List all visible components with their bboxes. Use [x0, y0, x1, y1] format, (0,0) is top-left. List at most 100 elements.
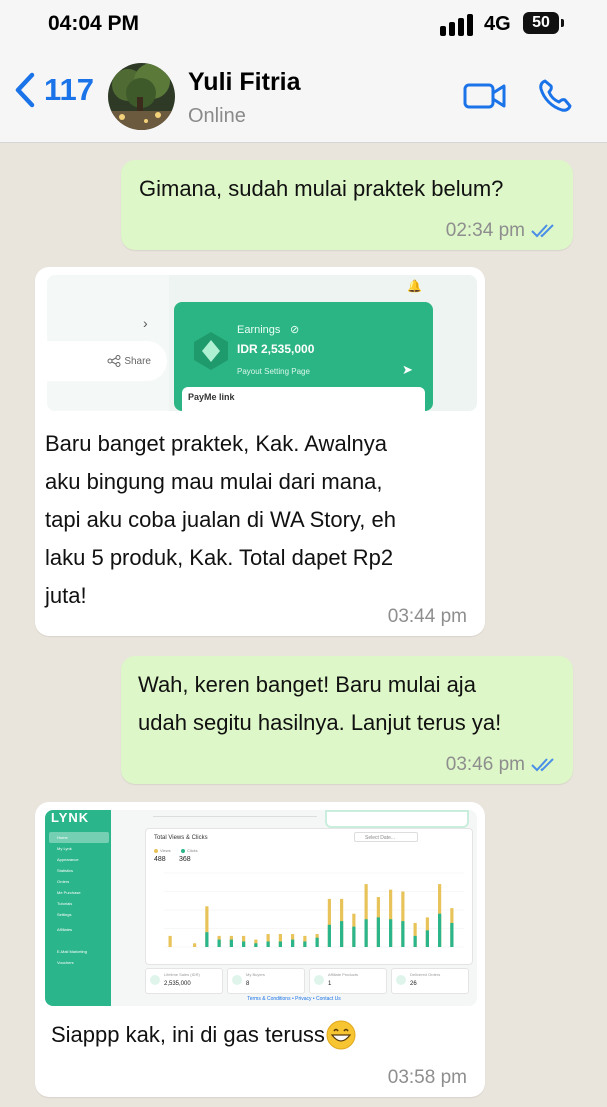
- chevron-right-icon: ›: [143, 315, 148, 331]
- sidebar-menu-item[interactable]: Orders: [49, 876, 109, 887]
- chat-header: 117 Yuli Fitria Online: [0, 50, 607, 143]
- clicks-total: 368: [179, 856, 191, 863]
- bar-clicks: [327, 924, 331, 947]
- status-bar: 04:04 PM 4G 50: [0, 0, 607, 50]
- message-text-row: Siappp kak, ini di gas teruss: [51, 1016, 356, 1054]
- stat-card: Delivered Orders 26: [391, 968, 469, 994]
- bar-clicks: [340, 921, 344, 947]
- stat-value: 2,535,000: [164, 981, 191, 987]
- bar-clicks: [278, 941, 282, 947]
- bar-clicks: [242, 941, 246, 947]
- chart-title: Total Views & Clicks: [154, 835, 208, 841]
- bar-clicks: [401, 921, 405, 947]
- bar-clicks: [205, 932, 209, 947]
- dashboard-sidebar: LYNK Home My Lynk Appearance Statistics Orde…: [45, 810, 111, 1006]
- stat-card: Affiliate Products 1: [309, 968, 387, 994]
- message-incoming[interactable]: › Share Earnings ⊘ IDR 2,535,000 Payout …: [35, 267, 485, 636]
- share-button[interactable]: Share: [47, 341, 167, 381]
- bell-icon[interactable]: 🔔: [407, 279, 422, 293]
- stat-label: Lifetime Sales (IDR): [164, 972, 200, 977]
- back-button[interactable]: 117: [14, 72, 94, 108]
- bar-clicks: [315, 937, 319, 947]
- status-time: 04:04 PM: [48, 12, 140, 35]
- sidebar-menu-item[interactable]: Affiliates: [49, 924, 109, 946]
- message-outgoing[interactable]: Gimana, sudah mulai praktek belum? 02:34…: [121, 160, 573, 250]
- date-picker[interactable]: Select Date...: [354, 832, 418, 842]
- message-incoming[interactable]: LYNK Home My Lynk Appearance Statistics Orde…: [35, 802, 485, 1097]
- stat-icon: [314, 975, 324, 985]
- bar-clicks: [217, 939, 221, 947]
- bar-clicks: [413, 935, 417, 947]
- legend-clicks-dot: [181, 849, 185, 853]
- bar-clicks: [291, 939, 295, 947]
- message-time: 03:46 pm: [445, 754, 525, 775]
- bar-clicks: [425, 930, 429, 947]
- bar-clicks: [450, 922, 454, 947]
- video-call-icon[interactable]: [463, 82, 507, 115]
- stat-label: My Buyers: [246, 972, 265, 977]
- dashboard-screenshot[interactable]: LYNK Home My Lynk Appearance Statistics Orde…: [45, 810, 477, 1006]
- contact-name[interactable]: Yuli Fitria: [188, 68, 301, 97]
- sidebar-menu-item[interactable]: My Lynk: [49, 843, 109, 854]
- chart-card: Total Views & Clicks Select Date... View…: [145, 828, 473, 965]
- stat-value: 8: [246, 981, 250, 987]
- bar-clicks: [376, 917, 380, 947]
- stat-icon: [232, 975, 242, 985]
- legend-views-dot: [154, 849, 158, 853]
- bar-clicks: [364, 919, 368, 947]
- bar-clicks: [229, 939, 233, 947]
- unread-count: 117: [44, 72, 95, 107]
- sidebar-menu-item[interactable]: Home: [49, 832, 109, 843]
- message-text: Baru banget praktek, Kak. Awalnya aku bi…: [45, 431, 396, 608]
- message-text: Siappp kak, ini di gas teruss: [51, 1022, 325, 1047]
- earnings-amount: IDR 2,535,000: [237, 342, 315, 356]
- sidebar-menu-item[interactable]: Appearance: [49, 854, 109, 865]
- sidebar-menu-item[interactable]: Vouchers: [49, 957, 109, 968]
- stat-card: Lifetime Sales (IDR) 2,535,000: [145, 968, 223, 994]
- sidebar-menu-item[interactable]: Me Purchase: [49, 887, 109, 898]
- share-icon: [107, 355, 121, 367]
- payme-label: PayMe link: [188, 392, 235, 402]
- views-total: 488: [154, 856, 166, 863]
- dashboard-logo: LYNK: [51, 810, 90, 825]
- message-time: 02:34 pm: [445, 220, 525, 241]
- bar-clicks: [254, 943, 258, 947]
- bar-clicks: [266, 941, 270, 947]
- legend-views-label: Views: [160, 848, 171, 853]
- bar-clicks: [352, 926, 356, 947]
- double-check-icon: [531, 224, 554, 238]
- double-check-icon: [531, 758, 554, 772]
- stat-value: 26: [410, 981, 417, 987]
- sidebar-menu-item[interactable]: Settings: [49, 909, 109, 920]
- sidebar-menu-item[interactable]: Tutorials: [49, 898, 109, 909]
- message-text: Gimana, sudah mulai praktek belum?: [139, 176, 504, 201]
- avatar[interactable]: [108, 63, 175, 130]
- dashboard-footer[interactable]: Terms & Conditions • Privacy • Contact U…: [45, 996, 477, 1002]
- message-text: Wah, keren banget! Baru mulai aja udah s…: [138, 672, 502, 735]
- stat-card: My Buyers 8: [227, 968, 305, 994]
- earnings-title: Earnings: [237, 324, 281, 336]
- message-meta: 02:34 pm: [446, 220, 557, 242]
- bar-clicks: [389, 919, 393, 947]
- stat-label: Delivered Orders: [410, 972, 441, 977]
- contact-status: Online: [188, 105, 246, 127]
- share-label: Share: [124, 355, 151, 367]
- network-type: 4G: [484, 13, 511, 35]
- eye-off-icon[interactable]: ⊘: [290, 323, 299, 336]
- bar-views: [193, 943, 197, 947]
- payout-link[interactable]: Payout Setting Page: [237, 367, 310, 376]
- chevron-left-icon: [15, 72, 35, 108]
- message-time: 03:44 pm: [387, 606, 467, 627]
- stat-icon: [396, 975, 406, 985]
- sidebar-menu-item[interactable]: Statistics: [49, 865, 109, 876]
- bar-clicks: [303, 941, 307, 947]
- phone-call-icon[interactable]: [537, 78, 573, 119]
- stat-icon: [150, 975, 160, 985]
- earnings-screenshot[interactable]: › Share Earnings ⊘ IDR 2,535,000 Payout …: [47, 275, 477, 411]
- bar-clicks: [438, 913, 442, 947]
- send-icon[interactable]: ➤: [402, 362, 413, 378]
- message-outgoing[interactable]: Wah, keren banget! Baru mulai aja udah s…: [121, 656, 573, 784]
- sidebar-menu-item[interactable]: E-Mail Marketing: [49, 946, 109, 957]
- stat-label: Affiliate Products: [328, 972, 358, 977]
- message-meta: 03:46 pm: [446, 754, 557, 776]
